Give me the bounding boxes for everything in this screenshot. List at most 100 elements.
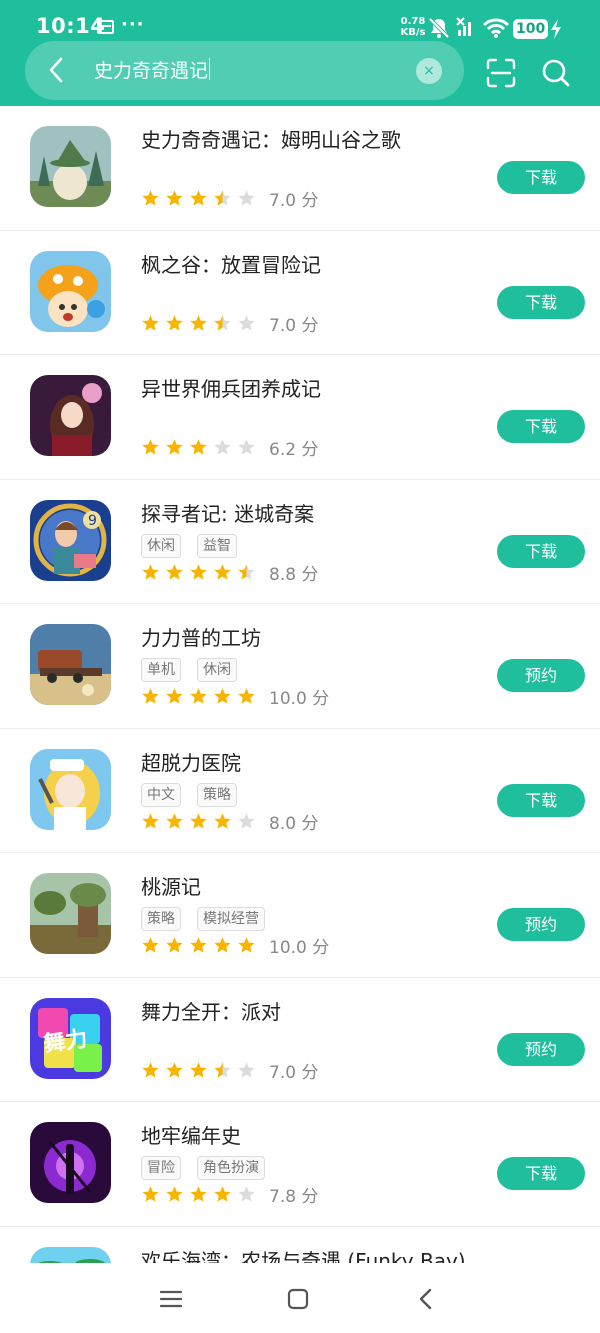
app-rating: 6.2 分 xyxy=(141,435,318,460)
app-name[interactable]: 探寻者记: 迷城奇案 xyxy=(141,500,314,528)
star-icon xyxy=(238,314,255,331)
back-button[interactable] xyxy=(40,54,72,86)
no-signal-icon xyxy=(456,17,471,36)
star-icon xyxy=(190,190,207,206)
app-list-item[interactable]: 舞力 舞力全开：派对 7.0 分 预约 xyxy=(0,978,600,1102)
app-tag: 角色扮演 xyxy=(197,1156,265,1180)
star-icon xyxy=(238,688,255,704)
star-icon xyxy=(214,937,231,953)
app-name[interactable]: 史力奇奇遇记：姆明山谷之歌 xyxy=(141,126,401,154)
app-rating: 7.0 分 xyxy=(141,311,318,336)
app-list-item[interactable]: 异世界佣兵团养成记 6.2 分 下载 xyxy=(0,355,600,480)
app-list-item[interactable]: 桃源记 策略 模拟经营 10.0 分 预约 xyxy=(0,853,600,978)
app-tags: 单机 休闲 xyxy=(141,658,237,682)
download-button[interactable]: 下载 xyxy=(497,783,585,817)
app-list-item[interactable]: 力力普的工坊 单机 休闲 10.0 分 预约 xyxy=(0,604,600,729)
app-icon[interactable]: 舞力 xyxy=(30,997,111,1079)
app-list-item[interactable]: 地牢编年史冒险 角色扮演 7.8 分 下载 xyxy=(0,1102,600,1227)
star-icon xyxy=(214,812,231,829)
star-icon xyxy=(166,563,183,580)
star-icon xyxy=(214,439,231,455)
recent-apps-icon[interactable] xyxy=(159,1289,183,1309)
star-icon xyxy=(190,1186,207,1202)
app-score: 8.0 分 xyxy=(269,813,319,834)
search-input[interactable]: 史力奇奇遇记 xyxy=(94,58,211,84)
app-icon[interactable] xyxy=(30,1246,111,1263)
app-name[interactable]: 枫之谷：放置冒险记 xyxy=(141,251,321,279)
app-tag: 休闲 xyxy=(197,658,237,682)
reserve-button[interactable]: 预约 xyxy=(497,659,585,692)
star-icon xyxy=(214,190,231,206)
app-list-item[interactable]: 超脱力医院 中文 策略 8.0 分 下载 xyxy=(0,729,600,853)
download-button[interactable]: 下载 xyxy=(497,161,585,194)
star-icon xyxy=(166,314,183,331)
text-cursor xyxy=(209,58,211,80)
app-name[interactable]: 异世界佣兵团养成记 xyxy=(141,375,321,403)
app-tag: 单机 xyxy=(141,658,181,682)
app-icon[interactable] xyxy=(30,873,111,954)
star-icon xyxy=(214,1186,231,1202)
star-icon xyxy=(142,937,159,953)
app-icon[interactable] xyxy=(30,624,111,705)
download-button[interactable]: 下载 xyxy=(497,285,585,319)
app-name[interactable]: 舞力全开：派对 xyxy=(141,998,281,1026)
app-icon[interactable] xyxy=(30,250,111,332)
star-icon xyxy=(142,190,159,206)
status-time: 10:14 xyxy=(36,14,106,38)
star-icon xyxy=(142,688,159,704)
app-tags: 休闲 益智 xyxy=(141,533,237,558)
app-name[interactable]: 地牢编年史 xyxy=(141,1122,241,1150)
app-tag: 策略 xyxy=(141,907,181,931)
star-icon xyxy=(238,937,255,953)
app-icon[interactable] xyxy=(30,375,111,456)
app-list-item[interactable]: 9 探寻者记: 迷城奇案 休闲 益智 8.8 分 下载 xyxy=(0,480,600,604)
star-icon xyxy=(166,439,183,455)
reserve-button[interactable]: 预约 xyxy=(497,1032,585,1066)
app-icon[interactable]: 9 xyxy=(30,499,111,581)
download-button[interactable]: 下载 xyxy=(497,1157,585,1190)
app-list-item[interactable]: 欢乐海湾：农场与奇遇 (Funky Bay) xyxy=(0,1227,600,1264)
app-icon[interactable] xyxy=(30,126,111,207)
star-icon xyxy=(238,190,255,206)
search-results-list[interactable]: 史力奇奇遇记：姆明山谷之歌 7.0 分下载 枫之谷：放置冒险记 7.0 分下载 异世界佣… xyxy=(0,106,600,1263)
app-name[interactable]: 桃源记 xyxy=(141,873,201,901)
app-tags: 策略 模拟经营 xyxy=(141,907,265,931)
home-icon[interactable] xyxy=(287,1288,309,1310)
charging-icon xyxy=(551,19,561,39)
system-nav-bar xyxy=(0,1263,600,1333)
app-icon[interactable] xyxy=(30,1122,111,1203)
app-list-item[interactable]: 史力奇奇遇记：姆明山谷之歌 7.0 分 下载 xyxy=(0,106,600,231)
app-rating: 7.8 分 xyxy=(141,1182,318,1207)
app-name[interactable]: 欢乐海湾：农场与奇遇 (Funky Bay) xyxy=(141,1247,466,1264)
back-nav-icon[interactable] xyxy=(415,1287,437,1311)
app-list-item[interactable]: 枫之谷：放置冒险记 7.0 分 下载 xyxy=(0,231,600,355)
app-name[interactable]: 超脱力医院 xyxy=(141,749,241,777)
app-score: 7.0 分 xyxy=(269,191,319,211)
app-score: 7.0 分 xyxy=(269,1062,319,1083)
app-name[interactable]: 力力普的工坊 xyxy=(141,624,261,652)
star-icon xyxy=(238,1186,255,1202)
app-tag: 冒险 xyxy=(141,1156,181,1180)
star-icon xyxy=(166,812,183,829)
app-score: 7.8 分 xyxy=(269,1187,319,1207)
clear-search-button[interactable]: × xyxy=(416,58,442,84)
app-icon[interactable] xyxy=(30,748,111,830)
app-score: 8.8 分 xyxy=(269,564,319,585)
star-icon xyxy=(238,439,255,455)
reserve-button[interactable]: 预约 xyxy=(497,908,585,941)
download-button[interactable]: 下载 xyxy=(497,534,585,568)
search-bar[interactable] xyxy=(25,41,464,100)
chevron-left-icon xyxy=(49,57,63,83)
star-icon xyxy=(142,1061,159,1078)
star-icon xyxy=(214,563,231,580)
download-button[interactable]: 下载 xyxy=(497,410,585,443)
search-icon[interactable] xyxy=(541,58,571,88)
star-icon xyxy=(142,314,159,331)
network-speed-unit: KB/s xyxy=(400,27,426,38)
star-icon xyxy=(238,563,255,580)
status-bar: 10:14 ··· 0.78 KB/s 100 xyxy=(0,0,600,44)
star-icon xyxy=(190,688,207,704)
scan-icon[interactable] xyxy=(486,58,516,88)
app-tags: 冒险 角色扮演 xyxy=(141,1156,265,1180)
star-icon xyxy=(214,688,231,704)
